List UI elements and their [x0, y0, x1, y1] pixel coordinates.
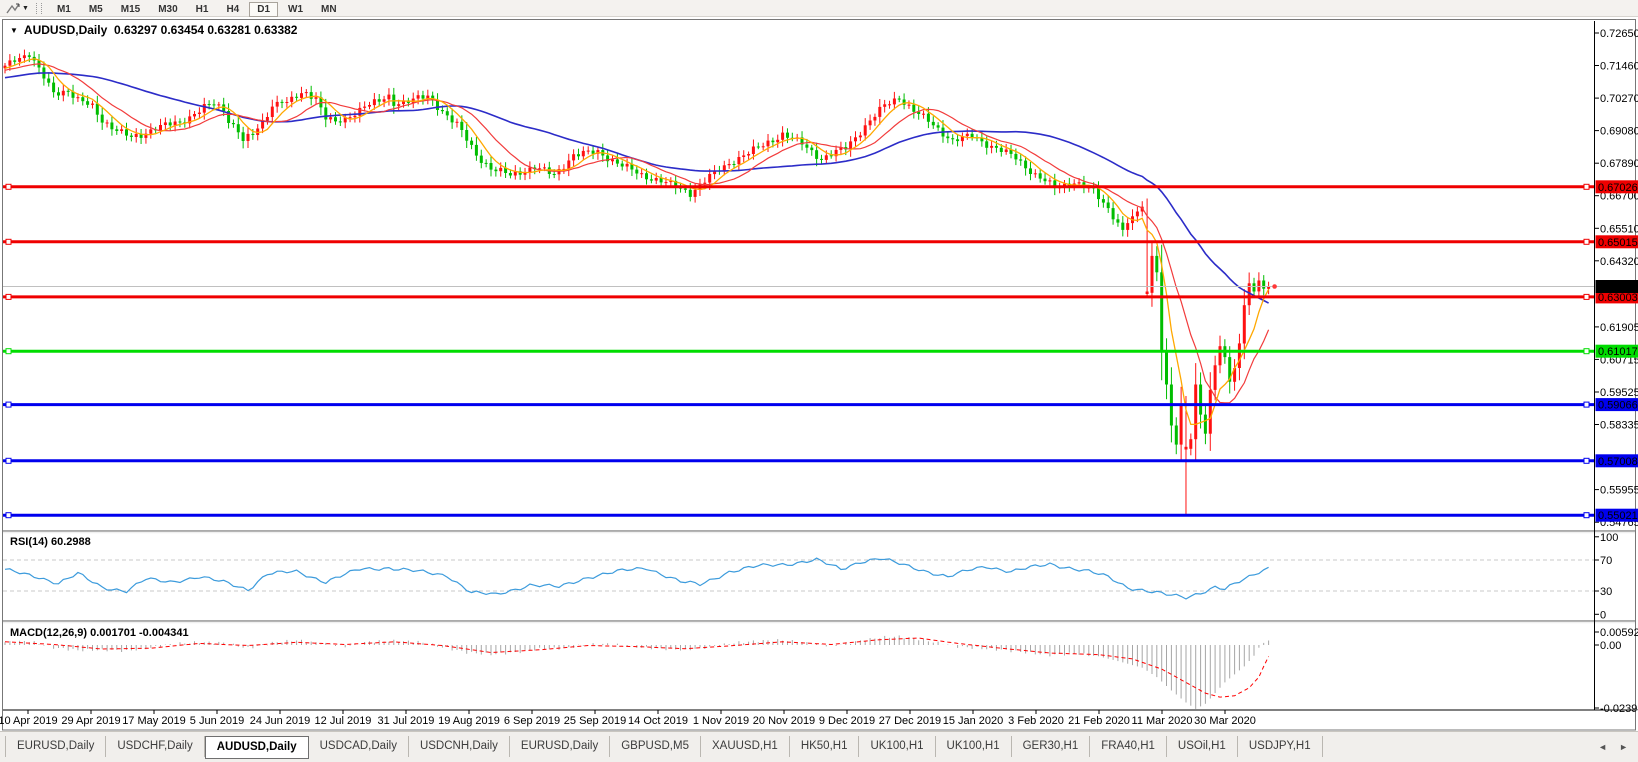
chart-tab-8-hk50-h1[interactable]: HK50,H1 [790, 736, 860, 757]
svg-text:19 Aug 2019: 19 Aug 2019 [438, 715, 500, 727]
rsi-scale-labels: 100 70 30 0 [1595, 532, 1619, 622]
svg-text:0.63003: 0.63003 [1598, 292, 1638, 304]
svg-text:0.59525: 0.59525 [1600, 387, 1638, 399]
hline-0.63003[interactable] [3, 294, 1594, 299]
chart-tab-11-ger30-h1[interactable]: GER30,H1 [1012, 736, 1091, 757]
macd-indicator-label: MACD(12,26,9) 0.001701 -0.004341 [10, 627, 189, 639]
svg-text:14 Oct 2019: 14 Oct 2019 [628, 715, 688, 727]
chart-tab-5-eurusd-daily[interactable]: EURUSD,Daily [510, 736, 610, 757]
hline-0.65015[interactable] [3, 239, 1594, 244]
chart-tab-9-uk100-h1[interactable]: UK100,H1 [859, 736, 935, 757]
chart-tab-2-audusd-daily[interactable]: AUDUSD,Daily [205, 736, 309, 759]
svg-text:30: 30 [1600, 586, 1612, 598]
svg-text:0.65015: 0.65015 [1598, 237, 1638, 249]
svg-text:0.65510: 0.65510 [1600, 223, 1638, 235]
chart-tab-10-uk100-h1[interactable]: UK100,H1 [936, 736, 1012, 757]
chart-ohlc-values: 0.63297 0.63454 0.63281 0.63382 [114, 23, 298, 37]
hline-0.67026[interactable] [3, 184, 1594, 189]
macd-scale-labels: 0.0059230.00 -0.02394 [1595, 627, 1638, 715]
svg-text:9 Dec 2019: 9 Dec 2019 [819, 715, 875, 727]
mt4-window: { "toolbar": { "timeframes": ["M1","M5",… [0, 0, 1638, 762]
svg-text:30 Mar 2020: 30 Mar 2020 [1194, 715, 1256, 727]
svg-text:10 Apr 2019: 10 Apr 2019 [0, 715, 58, 727]
svg-text:0.59066: 0.59066 [1598, 400, 1638, 412]
svg-text:0.70270: 0.70270 [1600, 93, 1638, 105]
svg-text:0.55021: 0.55021 [1598, 510, 1638, 522]
svg-text:100: 100 [1600, 532, 1618, 544]
rsi-line [5, 558, 1269, 599]
svg-text:0.61905: 0.61905 [1600, 322, 1638, 334]
svg-text:0.63382: 0.63382 [1598, 282, 1638, 294]
svg-text:15 Jan 2020: 15 Jan 2020 [943, 715, 1004, 727]
svg-text:3 Feb 2020: 3 Feb 2020 [1008, 715, 1064, 727]
svg-text:0.71460: 0.71460 [1600, 61, 1638, 73]
candles-layer [4, 50, 1271, 514]
svg-text:5 Jun 2019: 5 Jun 2019 [190, 715, 244, 727]
svg-text:31 Jul 2019: 31 Jul 2019 [378, 715, 435, 727]
chart-tab-6-gbpusd-m5[interactable]: GBPUSD,M5 [610, 736, 701, 757]
chart-tab-7-xauusd-h1[interactable]: XAUUSD,H1 [701, 736, 790, 757]
price-scale-labels: 0.726500.714600.702700.690800.678900.667… [1595, 28, 1638, 529]
svg-text:0.00: 0.00 [1600, 640, 1621, 652]
svg-text:12 Jul 2019: 12 Jul 2019 [315, 715, 372, 727]
hline-0.59066[interactable] [3, 402, 1594, 407]
svg-text:0.69080: 0.69080 [1600, 126, 1638, 138]
svg-text:0.67026: 0.67026 [1598, 182, 1638, 194]
rsi-indicator-label: RSI(14) 60.2988 [10, 536, 91, 548]
svg-text:25 Sep 2019: 25 Sep 2019 [564, 715, 626, 727]
svg-text:0: 0 [1600, 609, 1606, 621]
date-labels: 10 Apr 201929 Apr 201917 May 2019 5 Jun 2… [0, 710, 1256, 727]
svg-text:70: 70 [1600, 555, 1612, 567]
svg-text:21 Feb 2020: 21 Feb 2020 [1068, 715, 1130, 727]
chart-symbol-label: AUDUSD,Daily [24, 23, 107, 37]
svg-text:0.72650: 0.72650 [1600, 28, 1638, 40]
svg-text:0.55955: 0.55955 [1600, 485, 1638, 497]
chart-tab-12-fra40-h1[interactable]: FRA40,H1 [1090, 736, 1167, 757]
hline-0.55021[interactable] [3, 513, 1594, 518]
svg-text:29 Apr 2019: 29 Apr 2019 [61, 715, 120, 727]
svg-text:0.005923: 0.005923 [1600, 627, 1638, 639]
svg-text:0.57008: 0.57008 [1598, 456, 1638, 468]
svg-text:24 Jun 2019: 24 Jun 2019 [250, 715, 311, 727]
tab-scroll-arrows: ◄ ► [1598, 742, 1628, 752]
tabs-scroll-right-icon[interactable]: ► [1619, 742, 1628, 752]
svg-text:17 May 2019: 17 May 2019 [122, 715, 186, 727]
svg-text:11 Mar 2020: 11 Mar 2020 [1132, 715, 1193, 727]
svg-text:20 Nov 2019: 20 Nov 2019 [753, 715, 815, 727]
svg-text:0.58335: 0.58335 [1600, 420, 1638, 432]
tabs-scroll-left-icon[interactable]: ◄ [1598, 742, 1607, 752]
chart-tab-13-usoil-h1[interactable]: USOil,H1 [1167, 736, 1238, 757]
chart-tab-4-usdcnh-daily[interactable]: USDCNH,Daily [409, 736, 510, 757]
hline-0.61017[interactable] [3, 349, 1594, 354]
chart-tabs: EURUSD,DailyUSDCHF,DailyAUDUSD,DailyUSDC… [5, 736, 1323, 759]
svg-text:6 Sep 2019: 6 Sep 2019 [504, 715, 560, 727]
chart-tab-0-eurusd-daily[interactable]: EURUSD,Daily [5, 736, 106, 757]
chart-title-row: ▼ AUDUSD,Daily 0.63297 0.63454 0.63281 0.… [10, 23, 297, 37]
svg-text:27 Dec 2019: 27 Dec 2019 [879, 715, 941, 727]
chart-tab-3-usdcad-daily[interactable]: USDCAD,Daily [309, 736, 409, 757]
chart-tab-1-usdchf-daily[interactable]: USDCHF,Daily [106, 736, 204, 757]
hline-0.57008[interactable] [3, 458, 1594, 463]
price-chart-canvas[interactable]: 0.726500.714600.702700.690800.678900.667… [0, 0, 1638, 762]
svg-text:0.67890: 0.67890 [1600, 158, 1638, 170]
svg-text:0.61017: 0.61017 [1598, 346, 1638, 358]
chart-tab-bar: EURUSD,DailyUSDCHF,DailyAUDUSD,DailyUSDC… [0, 731, 1638, 762]
svg-text:1 Nov 2019: 1 Nov 2019 [693, 715, 749, 727]
last-price-dot [1272, 284, 1277, 289]
chart-tab-14-usdjpy-h1[interactable]: USDJPY,H1 [1238, 736, 1323, 757]
svg-text:-0.02394: -0.02394 [1600, 703, 1638, 715]
svg-text:0.64320: 0.64320 [1600, 256, 1638, 268]
collapse-arrow-icon[interactable]: ▼ [10, 26, 18, 35]
